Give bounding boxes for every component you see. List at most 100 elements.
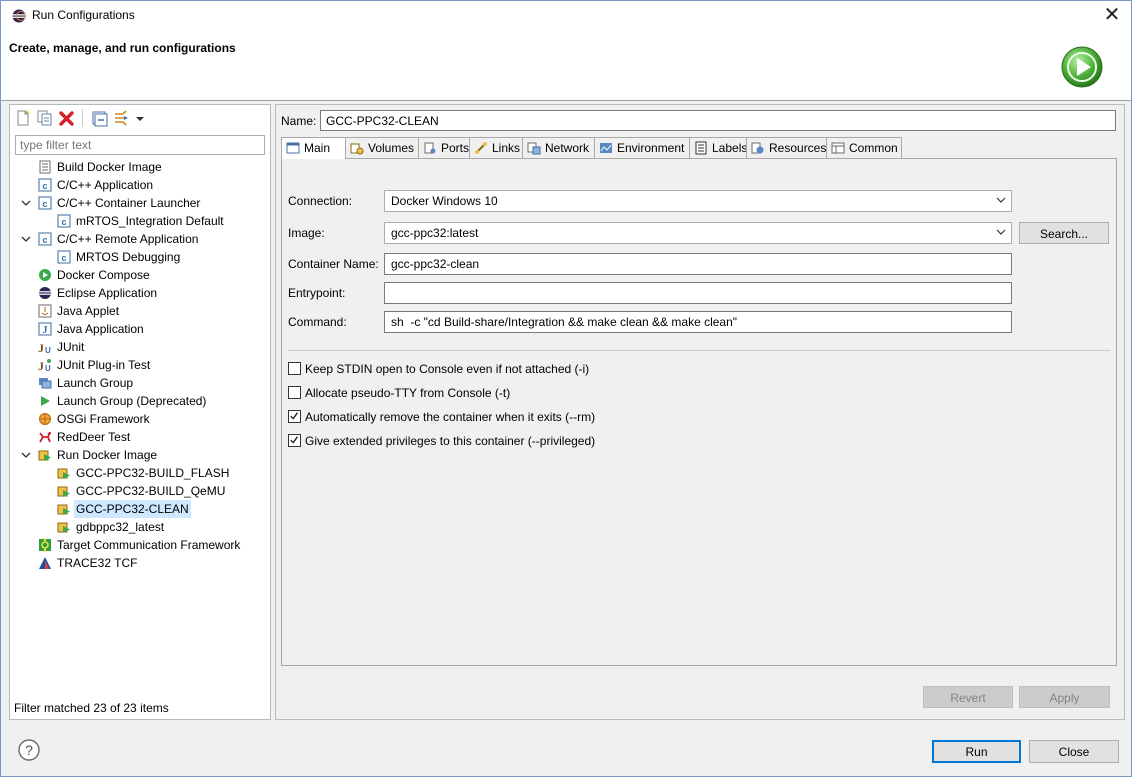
tab-resources[interactable]: Resources	[746, 137, 827, 158]
tree-item[interactable]: GCC-PPC32-BUILD_FLASH	[10, 464, 268, 482]
tcf-icon	[38, 538, 52, 552]
tab-label: Environment	[617, 141, 685, 155]
image-select[interactable]: gcc-ppc32:latest	[384, 222, 1012, 244]
junit-plugin-icon: JU	[38, 358, 52, 373]
svg-text:J: J	[38, 341, 44, 354]
tree-item[interactable]: RedDeer Test	[10, 428, 268, 446]
tab-main[interactable]: Main	[281, 137, 346, 159]
tree-item[interactable]: Java Applet	[10, 302, 268, 320]
tab-volumes[interactable]: Volumes	[345, 137, 419, 158]
container-name-label: Container Name:	[288, 257, 379, 271]
name-input[interactable]	[320, 110, 1116, 131]
delete-icon[interactable]	[58, 109, 76, 127]
tree-item[interactable]: J Java Application	[10, 320, 268, 338]
c-app-icon: c	[38, 196, 52, 210]
tree-item-label: Run Docker Image	[57, 448, 158, 462]
tree-item[interactable]: Eclipse Application	[10, 284, 268, 302]
tree-item[interactable]: c mRTOS_Integration Default	[10, 212, 268, 230]
tree-item[interactable]: Launch Group (Deprecated)	[10, 392, 268, 410]
help-glyph: ?	[25, 742, 33, 758]
tree-item[interactable]: Run Docker Image	[10, 446, 268, 464]
tree-item[interactable]: Build Docker Image	[10, 158, 268, 176]
java-applet-icon	[38, 304, 52, 318]
tab-labels[interactable]: Labels	[689, 137, 747, 158]
checkbox-unchecked[interactable]	[288, 362, 301, 375]
tree-item-label: RedDeer Test	[57, 430, 131, 444]
checkbox-unchecked[interactable]	[288, 386, 301, 399]
docker-run-icon	[57, 466, 71, 480]
tree-item[interactable]: c C/C++ Application	[10, 176, 268, 194]
close-icon[interactable]: ✕	[1099, 3, 1125, 29]
tab-label: Network	[545, 141, 590, 155]
tree-item[interactable]: GCC-PPC32-CLEAN	[10, 500, 268, 518]
entrypoint-input[interactable]	[384, 282, 1012, 304]
tree-item[interactable]: TRACE32 TCF	[10, 554, 268, 572]
tree-item[interactable]: Docker Compose	[10, 266, 268, 284]
connection-select[interactable]: Docker Windows 10	[384, 190, 1012, 212]
search-button[interactable]: Search...	[1019, 222, 1109, 244]
main-tab-content: Connection: Docker Windows 10 Image: gcc…	[281, 158, 1117, 666]
checkbox-checked[interactable]	[288, 434, 301, 447]
svg-text:c: c	[61, 217, 66, 227]
dropdown-arrow-icon[interactable]	[134, 109, 146, 127]
tree-item-label: gdbppc32_latest	[76, 520, 165, 534]
config-editor-panel: Name: Main Volumes Ports Links Network Enviro…	[275, 104, 1125, 720]
tree-item-label: Launch Group	[57, 376, 134, 390]
svg-text:c: c	[42, 181, 47, 191]
connection-label: Connection:	[288, 194, 353, 208]
tab-label: Labels	[712, 141, 748, 155]
window-title: Run Configurations	[32, 8, 135, 22]
filter-icon[interactable]	[113, 109, 131, 127]
tree-toolbar	[10, 105, 270, 131]
c-app-icon: c	[38, 178, 52, 192]
tree-item-label: mRTOS_Integration Default	[76, 214, 224, 228]
run-button[interactable]: Run	[932, 740, 1021, 763]
chevron-down-icon[interactable]	[20, 194, 32, 212]
docker-run-icon	[57, 520, 71, 534]
checkmark-icon	[290, 436, 299, 444]
option-checkbox-label: Automatically remove the container when …	[305, 410, 596, 424]
duplicate-icon[interactable]	[36, 109, 54, 127]
trace32-icon	[38, 556, 52, 570]
tree-item[interactable]: c C/C++ Container Launcher	[10, 194, 268, 212]
tree-item[interactable]: J U JUnit Plug-in Test	[10, 356, 268, 374]
checkbox-checked[interactable]	[288, 410, 301, 423]
docker-compose-icon	[38, 268, 52, 282]
osgi-icon	[38, 412, 52, 426]
help-icon[interactable]: ?	[18, 739, 40, 761]
new-config-icon[interactable]	[14, 109, 32, 127]
collapse-all-icon[interactable]	[90, 109, 108, 127]
tree-item-label: OSGi Framework	[57, 412, 150, 426]
tree-item[interactable]: OSGi Framework	[10, 410, 268, 428]
command-input[interactable]	[384, 311, 1012, 333]
revert-button[interactable]: Revert	[923, 686, 1013, 708]
network-icon	[527, 142, 541, 155]
chevron-down-icon[interactable]	[20, 230, 32, 248]
tab-network[interactable]: Network	[522, 137, 595, 158]
tree-item[interactable]: GCC-PPC32-BUILD_QeMU	[10, 482, 268, 500]
container-name-input[interactable]	[384, 253, 1012, 275]
filter-input[interactable]	[15, 135, 265, 155]
labels-icon	[695, 141, 707, 155]
tab-environment[interactable]: Environment	[594, 137, 690, 158]
tab-links[interactable]: Links	[469, 137, 523, 158]
tree-item[interactable]: c C/C++ Remote Application	[10, 230, 268, 248]
tab-ports[interactable]: Ports	[418, 137, 470, 158]
tab-bar: Main Volumes Ports Links Network Environment L…	[281, 137, 1117, 159]
apply-button[interactable]: Apply	[1019, 686, 1110, 708]
tab-label: Links	[492, 141, 521, 155]
docker-run-icon	[38, 448, 52, 462]
tree-item[interactable]: gdbppc32_latest	[10, 518, 268, 536]
chevron-down-icon[interactable]	[20, 446, 32, 464]
close-button[interactable]: Close	[1029, 740, 1119, 763]
docker-run-icon	[57, 502, 71, 516]
tree-item-label: JUnit	[57, 340, 85, 354]
option-checkbox-label: Allocate pseudo-TTY from Console (-t)	[305, 386, 511, 400]
tree-item-label: TRACE32 TCF	[57, 556, 138, 570]
launch-group-icon	[38, 376, 52, 390]
tree-item[interactable]: Launch Group	[10, 374, 268, 392]
tree-item[interactable]: Target Communication Framework	[10, 536, 268, 554]
tree-item[interactable]: J U JUnit	[10, 338, 268, 356]
tab-common[interactable]: Common	[826, 137, 902, 158]
tree-item[interactable]: c MRTOS Debugging	[10, 248, 268, 266]
